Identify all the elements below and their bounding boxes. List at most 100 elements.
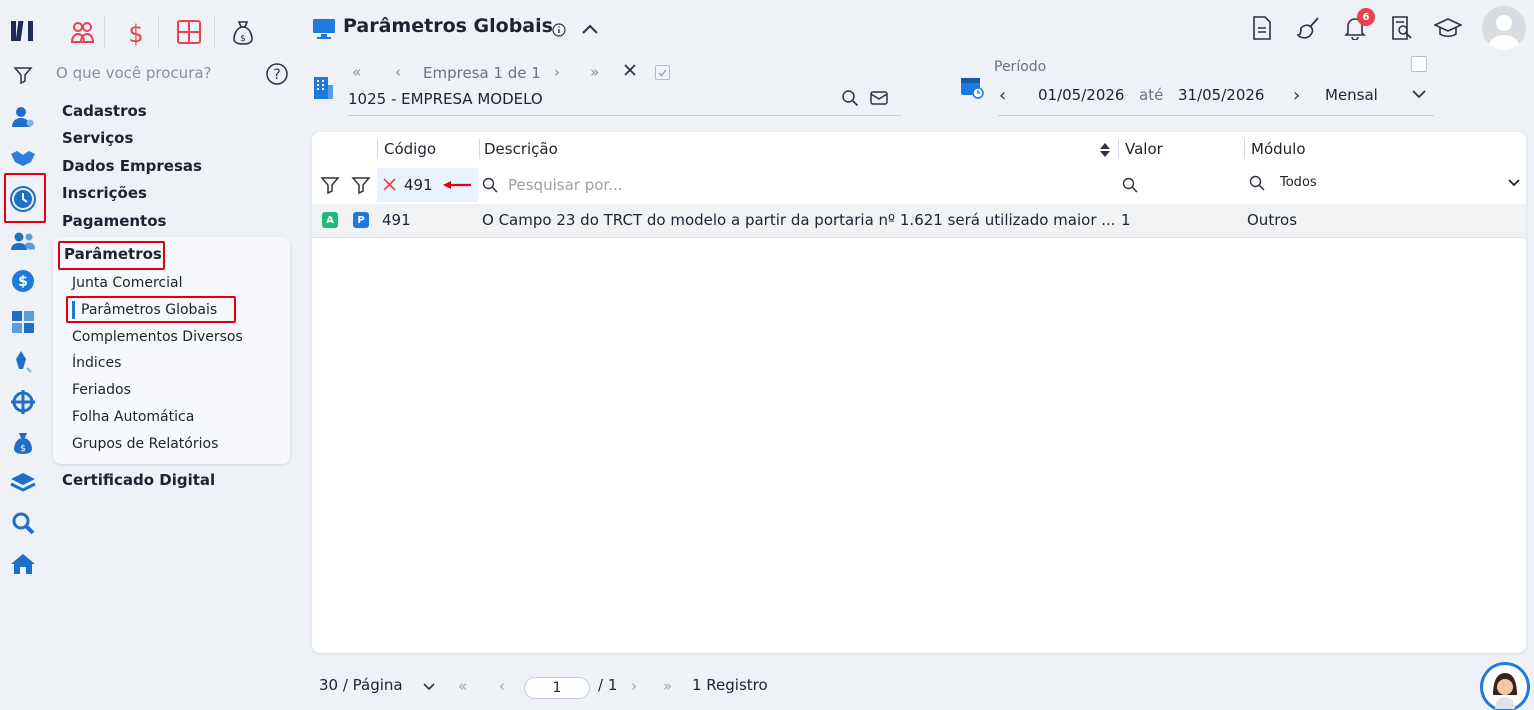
period-underline	[998, 115, 1434, 116]
period-start-date[interactable]: 01/05/2026	[1038, 86, 1124, 104]
clock-highlight	[4, 173, 46, 223]
column-separator	[1118, 139, 1119, 159]
sub-item-indices[interactable]: Índices	[72, 355, 121, 371]
table-row[interactable]: A P 491 O Campo 23 do TRCT do modelo a p…	[312, 204, 1526, 238]
cell-descricao: O Campo 23 do TRCT do modelo a partir da…	[482, 211, 1116, 229]
nav-dados-empresas[interactable]: Dados Empresas	[62, 157, 202, 175]
graduation-cap-icon[interactable]	[1434, 18, 1462, 40]
chevron-down-icon[interactable]	[1411, 88, 1427, 100]
svg-text:$: $	[20, 444, 26, 454]
nav-certificado-digital[interactable]: Certificado Digital	[62, 471, 215, 489]
divider	[104, 16, 105, 48]
prev-page-button[interactable]: ‹	[499, 677, 505, 695]
next-period-button[interactable]: ›	[1293, 85, 1300, 106]
sub-item-grupos-relatorios[interactable]: Grupos de Relatórios	[72, 436, 218, 452]
chevron-down-icon[interactable]	[422, 682, 436, 692]
codigo-filter-value[interactable]: 491	[404, 176, 433, 194]
avatar[interactable]	[1482, 6, 1526, 50]
column-separator	[479, 139, 480, 159]
per-page-select[interactable]: 30 / Página	[319, 676, 403, 694]
search-input[interactable]: O que você procura?	[56, 64, 212, 82]
people-icon[interactable]	[70, 20, 96, 44]
nav-cadastros[interactable]: Cadastros	[62, 102, 147, 120]
globe-network-icon[interactable]	[6, 385, 40, 419]
sub-item-complementos-diversos[interactable]: Complementos Diversos	[72, 329, 243, 345]
calculator-outline-icon[interactable]	[177, 20, 201, 44]
chevron-down-icon[interactable]	[1508, 178, 1520, 187]
filter-outline-icon[interactable]	[351, 175, 371, 195]
sub-item-junta-comercial[interactable]: Junta Comercial	[72, 275, 183, 291]
empresa-nav-label: Empresa 1 de 1	[423, 64, 541, 82]
page-title: Parâmetros Globais	[343, 15, 553, 37]
users-icon[interactable]	[6, 224, 40, 258]
search-empresa-icon[interactable]	[841, 89, 859, 107]
cell-codigo: 491	[382, 211, 411, 229]
building-icon	[312, 75, 334, 101]
period-mode-select[interactable]: Mensal	[1325, 86, 1378, 104]
dollar-sign-icon[interactable]: $	[126, 20, 146, 46]
assistant-avatar[interactable]	[1480, 662, 1530, 710]
svg-text:?: ?	[273, 67, 280, 83]
period-checkbox[interactable]	[1411, 56, 1427, 72]
empresa-checkbox[interactable]	[655, 65, 670, 80]
icon-rail: $ $	[0, 0, 46, 710]
chevron-up-icon[interactable]	[581, 22, 599, 36]
column-header-modulo[interactable]: Módulo	[1251, 140, 1306, 158]
info-icon[interactable]	[552, 23, 566, 37]
empresa-select[interactable]: 1025 - EMPRESA MODELO	[348, 90, 543, 108]
valor-search-icon[interactable]	[1122, 177, 1138, 193]
descricao-filter-input[interactable]: Pesquisar por...	[508, 176, 623, 194]
mail-icon[interactable]	[870, 90, 888, 106]
layers-icon[interactable]	[6, 466, 40, 500]
period-end-date[interactable]: 31/05/2026	[1178, 86, 1264, 104]
notification-badge: 6	[1357, 8, 1375, 26]
sort-icon[interactable]	[1099, 142, 1111, 158]
prev-empresa-button[interactable]: ‹	[395, 63, 401, 81]
search-icon	[482, 177, 498, 193]
logo-icon[interactable]	[6, 14, 40, 48]
divider	[214, 16, 215, 48]
filter-icon[interactable]	[320, 175, 340, 195]
column-header-descricao[interactable]: Descrição	[484, 140, 558, 158]
prev-period-button[interactable]: ‹	[999, 85, 1006, 106]
divider	[158, 16, 159, 48]
column-separator	[377, 139, 378, 159]
money-bag-icon[interactable]: $	[6, 426, 40, 460]
next-empresa-button[interactable]: ›	[554, 63, 560, 81]
modulo-filter-select[interactable]: Todos	[1280, 175, 1317, 190]
user-settings-icon[interactable]	[6, 100, 40, 134]
help-icon[interactable]: ?	[266, 63, 288, 85]
calculator-icon[interactable]	[6, 305, 40, 339]
search-icon[interactable]	[6, 506, 40, 540]
sub-item-folha-automatica[interactable]: Folha Automática	[72, 409, 194, 425]
handshake-icon[interactable]	[6, 141, 40, 175]
broom-icon[interactable]	[1296, 16, 1322, 40]
search-document-icon[interactable]	[1391, 16, 1413, 40]
next-page-button[interactable]: ›	[631, 677, 637, 695]
filter-icon[interactable]	[6, 58, 40, 92]
column-separator	[1244, 139, 1245, 159]
page-number-input[interactable]: 1	[524, 677, 590, 699]
home-icon[interactable]	[6, 547, 40, 581]
column-header-codigo[interactable]: Código	[384, 140, 436, 158]
modulo-search-icon	[1249, 175, 1265, 191]
last-empresa-button[interactable]: »	[590, 63, 599, 81]
nav-servicos[interactable]: Serviços	[62, 129, 133, 147]
close-icon[interactable]	[623, 63, 637, 77]
document-icon[interactable]	[1251, 16, 1273, 40]
column-header-valor[interactable]: Valor	[1125, 140, 1163, 158]
clear-filter-icon[interactable]	[383, 178, 396, 191]
fountain-pen-icon[interactable]	[6, 345, 40, 379]
nav-pagamentos[interactable]: Pagamentos	[62, 212, 166, 230]
last-page-button[interactable]: »	[663, 677, 672, 695]
nav-inscricoes[interactable]: Inscrições	[62, 184, 147, 202]
monitor-icon	[312, 18, 336, 40]
calendar-icon[interactable]	[960, 75, 984, 99]
parametros-highlight	[58, 241, 165, 270]
money-bag-outline-icon[interactable]: $	[232, 20, 254, 46]
first-empresa-button[interactable]: «	[352, 63, 361, 81]
dollar-icon[interactable]: $	[6, 264, 40, 298]
svg-text:$: $	[128, 20, 143, 46]
sub-item-feriados[interactable]: Feriados	[72, 382, 131, 398]
first-page-button[interactable]: «	[458, 677, 467, 695]
